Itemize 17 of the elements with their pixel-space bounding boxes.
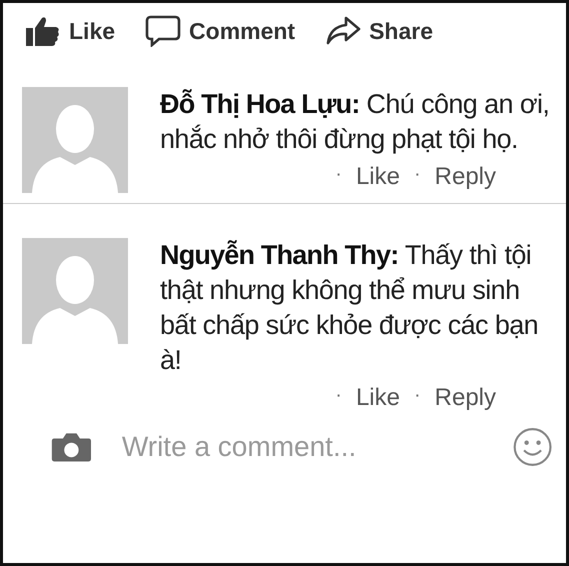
- like-button[interactable]: Like: [25, 15, 116, 47]
- speech-bubble-icon: [145, 15, 182, 47]
- separator-dot: ·: [414, 384, 421, 408]
- separator-dot: ·: [335, 163, 342, 187]
- share-arrow-icon: [325, 15, 362, 47]
- comment-text: Đỗ Thị Hoa Lựu: Chú công an ơi, nhắc nhở thôi đừng phạt tội họ.: [160, 88, 550, 156]
- comment-action-link[interactable]: Like: [356, 163, 400, 191]
- comment-action-link[interactable]: Reply: [434, 384, 496, 412]
- share-button[interactable]: Share: [325, 15, 434, 47]
- separator-dot: ·: [335, 384, 342, 408]
- separator-dot: ·: [414, 163, 421, 187]
- thumbs-up-icon: [25, 15, 61, 47]
- comment-text: Nguyễn Thanh Thy: Thấy thì tội thật nhưng không thể mưu sinh bất chấp sức khỏe được các bạn à!: [160, 239, 540, 377]
- comment-action-link[interactable]: Like: [356, 384, 400, 412]
- comment-action-link[interactable]: Reply: [434, 163, 496, 191]
- comment-button[interactable]: Comment: [145, 15, 296, 47]
- comment-input[interactable]: Write a comment...: [122, 431, 483, 463]
